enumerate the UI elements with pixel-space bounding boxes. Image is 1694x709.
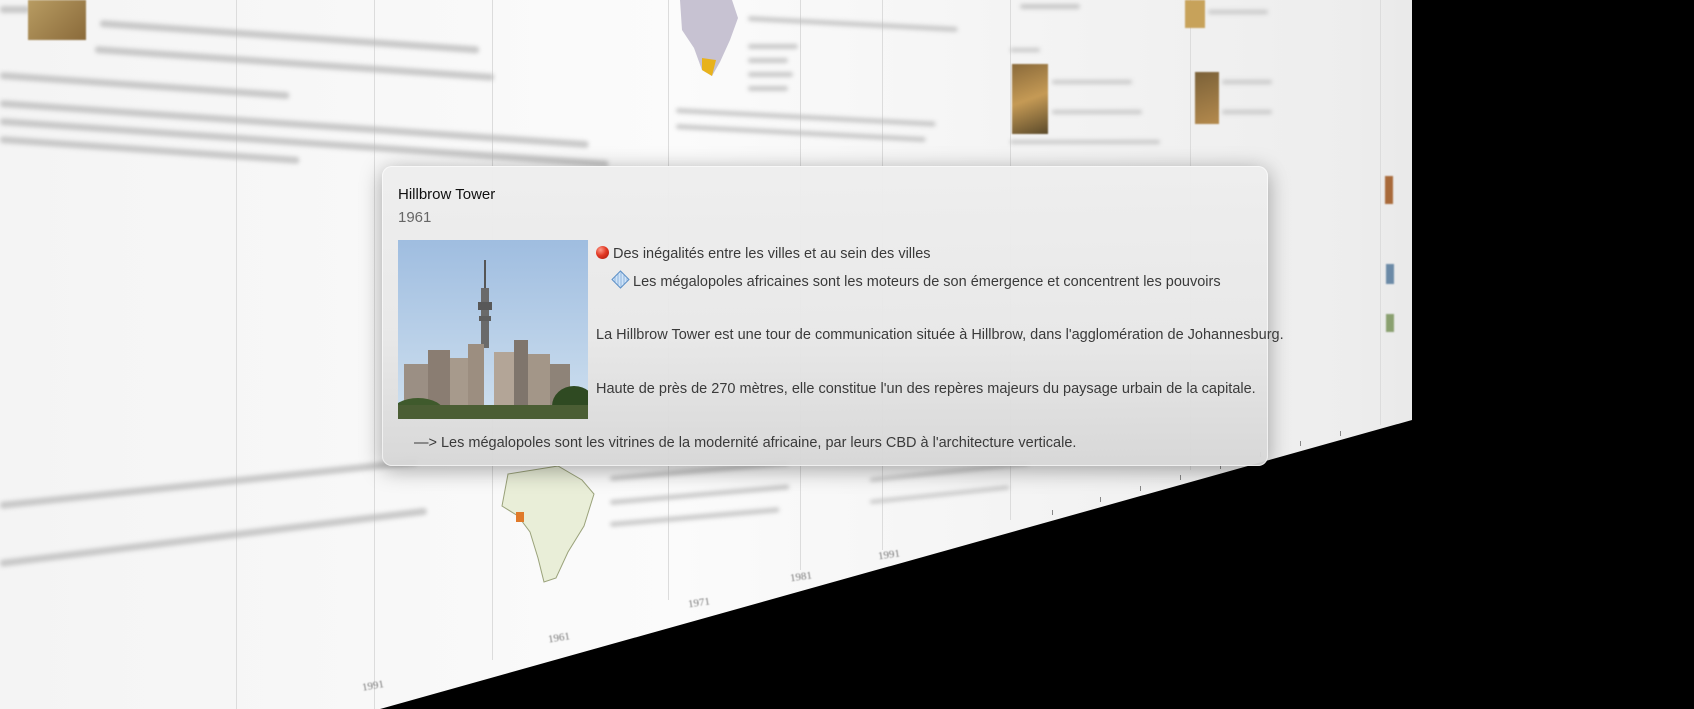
grid-line <box>374 0 375 709</box>
event-thumbnail <box>1012 64 1048 134</box>
red-dot-icon <box>596 246 609 259</box>
axis-label: 1991 <box>361 678 385 694</box>
blurred-text <box>99 20 480 54</box>
axis-tick <box>1340 431 1341 436</box>
conclusion-text: —> Les mégalopoles sont les vitrines de … <box>414 435 1077 451</box>
event-thumbnail <box>1386 264 1394 284</box>
event-thumbnail <box>1386 314 1394 332</box>
africa-map-thumbnail <box>501 466 595 583</box>
event-thumbnail <box>1195 72 1219 124</box>
event-thumbnail <box>28 0 86 40</box>
axis-tick <box>1052 510 1053 515</box>
axis-label: 1961 <box>547 630 571 646</box>
blurred-text <box>748 86 788 91</box>
event-thumbnail <box>1185 0 1205 28</box>
axis-tick <box>1300 441 1301 446</box>
hillbrow-tower-photo <box>398 240 588 419</box>
axis-label: 1991 <box>877 547 901 563</box>
event-photo[interactable] <box>398 240 588 419</box>
blurred-text <box>609 507 780 527</box>
blurred-text <box>1208 10 1268 14</box>
blurred-text <box>748 72 793 77</box>
axis-tick <box>1180 475 1181 480</box>
africa-map-thumbnail <box>680 0 738 76</box>
blurred-text <box>0 6 30 13</box>
blurred-text <box>1020 4 1080 9</box>
blurred-text <box>1052 80 1132 84</box>
blurred-text <box>0 507 428 567</box>
axis-label: 1971 <box>687 595 711 611</box>
description-paragraph: Haute de près de 270 mètres, elle consti… <box>596 381 1256 397</box>
event-date: 1961 <box>398 209 432 226</box>
blurred-text <box>1010 48 1040 52</box>
tag-primary: Des inégalités entre les villes et au se… <box>596 246 931 262</box>
tag-secondary: Les mégalopoles africaines sont les mote… <box>611 270 1221 290</box>
blurred-text <box>0 72 290 100</box>
event-thumbnail <box>1385 176 1393 204</box>
tag-secondary-label: Les mégalopoles africaines sont les mote… <box>633 274 1221 290</box>
grid-line <box>236 0 237 709</box>
blurred-text <box>1010 140 1160 144</box>
blurred-text <box>609 484 790 505</box>
axis-label: 1981 <box>789 569 813 585</box>
tag-primary-label: Des inégalités entre les villes et au se… <box>613 246 931 262</box>
blurred-text <box>869 485 1010 504</box>
blurred-text <box>1222 80 1272 84</box>
blurred-text <box>94 46 495 81</box>
grid-line <box>1380 0 1381 425</box>
blurred-text <box>675 108 936 127</box>
blurred-text <box>748 58 788 63</box>
event-popup[interactable]: Hillbrow Tower 1961 Des inégalités entre… <box>382 166 1284 466</box>
axis-tick <box>1100 497 1101 502</box>
blurred-text <box>1052 110 1142 114</box>
blurred-text <box>747 16 958 32</box>
event-title: Hillbrow Tower <box>398 186 496 203</box>
blue-diamond-icon <box>611 270 630 289</box>
blurred-text <box>1222 110 1272 114</box>
blurred-text <box>0 458 419 509</box>
blurred-text <box>748 44 798 49</box>
axis-tick <box>1140 486 1141 491</box>
description-paragraph: La Hillbrow Tower est une tour de commun… <box>596 327 1284 343</box>
